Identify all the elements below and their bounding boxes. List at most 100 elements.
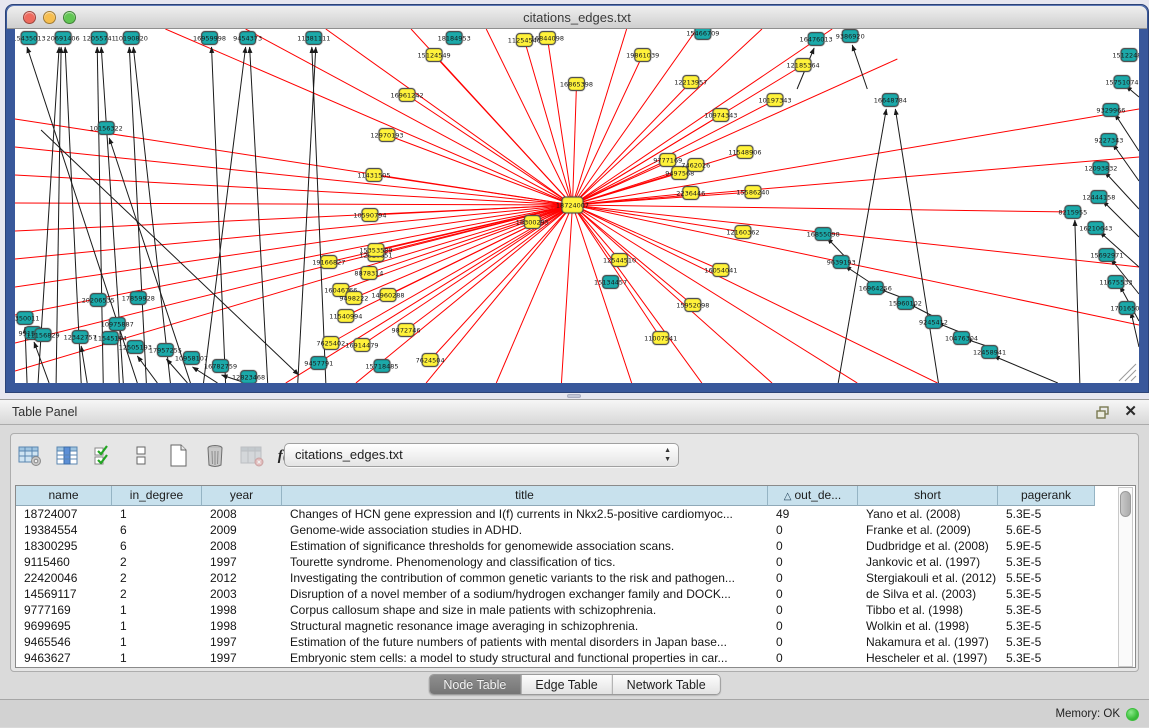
table-cell[interactable]: 5.3E-5 — [998, 586, 1095, 602]
table-row[interactable]: 977716911998Corpus callosum shape and si… — [16, 602, 1095, 618]
table-cell[interactable]: Yano et al. (2008) — [858, 506, 998, 522]
table-cell[interactable]: Stergiakouli et al. (2012) — [858, 570, 998, 586]
tab-edge-table[interactable]: Edge Table — [520, 675, 611, 694]
table-row[interactable]: 1938455462009Genome-wide association stu… — [16, 522, 1095, 538]
table-cell[interactable]: 9115460 — [16, 554, 112, 570]
table-cell[interactable]: 2009 — [202, 522, 282, 538]
table-cell[interactable]: 1997 — [202, 650, 282, 666]
network-canvas[interactable]: 1512454916961242129701931143150510590794… — [15, 29, 1139, 383]
table-cell[interactable]: Investigating the contribution of common… — [282, 570, 768, 586]
table-cell[interactable]: 1 — [112, 650, 202, 666]
table-settings-icon[interactable] — [17, 444, 43, 468]
table-cell[interactable]: 2008 — [202, 506, 282, 522]
table-cell[interactable]: 5.6E-5 — [998, 522, 1095, 538]
resize-grip-icon[interactable] — [1131, 376, 1136, 381]
table-cell[interactable]: Dudbridge et al. (2008) — [858, 538, 998, 554]
table-cell[interactable]: 0 — [768, 538, 858, 554]
table-cell[interactable]: 2 — [112, 554, 202, 570]
column-header-pagerank[interactable]: pagerank — [998, 486, 1095, 506]
table-cell[interactable]: 0 — [768, 618, 858, 634]
table-cell[interactable]: 0 — [768, 570, 858, 586]
table-cell[interactable]: Estimation of significance thresholds fo… — [282, 538, 768, 554]
table-cell[interactable]: 1 — [112, 634, 202, 650]
table-cell[interactable]: Hescheler et al. (1997) — [858, 650, 998, 666]
table-cell[interactable]: Embryonic stem cells: a model to study s… — [282, 650, 768, 666]
table-cell[interactable]: 19384554 — [16, 522, 112, 538]
table-cell[interactable]: 5.9E-5 — [998, 538, 1095, 554]
table-cell[interactable]: 9463627 — [16, 650, 112, 666]
scrollbar-thumb[interactable] — [1120, 491, 1131, 517]
table-cell[interactable]: 5.5E-5 — [998, 570, 1095, 586]
table-cell[interactable]: Estimation of the future numbers of pati… — [282, 634, 768, 650]
table-cell[interactable]: 1 — [112, 618, 202, 634]
table-cell[interactable]: Structural magnetic resonance image aver… — [282, 618, 768, 634]
close-panel-icon[interactable]: ✕ — [1124, 404, 1137, 420]
table-row[interactable]: 946554611997Estimation of the future num… — [16, 634, 1095, 650]
column-header-year[interactable]: year — [202, 486, 282, 506]
table-cell[interactable]: 2003 — [202, 586, 282, 602]
table-cell[interactable]: 5.3E-5 — [998, 554, 1095, 570]
table-cell[interactable]: 0 — [768, 522, 858, 538]
column-header-title[interactable]: title — [282, 486, 768, 506]
table-cell[interactable]: Nakamura et al. (1997) — [858, 634, 998, 650]
table-cell[interactable]: 22420046 — [16, 570, 112, 586]
table-cell[interactable]: 0 — [768, 554, 858, 570]
table-cell[interactable]: 1 — [112, 602, 202, 618]
column-header-out_de[interactable]: △out_de... — [768, 486, 858, 506]
table-selector[interactable]: citations_edges.txt ▲▼ — [284, 443, 679, 467]
column-header-name[interactable]: name — [16, 486, 112, 506]
table-cell[interactable]: 2012 — [202, 570, 282, 586]
memory-status[interactable]: Memory: OK — [1055, 700, 1139, 728]
tab-network-table[interactable]: Network Table — [612, 675, 720, 694]
row-height-icon[interactable] — [128, 444, 154, 468]
column-visibility-icon[interactable] — [54, 444, 80, 468]
new-column-icon[interactable] — [165, 444, 191, 468]
tab-node-table[interactable]: Node Table — [429, 675, 520, 694]
table-row[interactable]: 969969511998Structural magnetic resonanc… — [16, 618, 1095, 634]
table-cell[interactable]: Jankovic et al. (1997) — [858, 554, 998, 570]
table-cell[interactable]: 1997 — [202, 554, 282, 570]
table-cell[interactable]: 5.3E-5 — [998, 650, 1095, 666]
delete-column-icon[interactable] — [202, 444, 228, 468]
table-cell[interactable]: Franke et al. (2009) — [858, 522, 998, 538]
table-cell[interactable]: Tourette syndrome. Phenomenology and cla… — [282, 554, 768, 570]
table-row[interactable]: 1456911722003Disruption of a novel membe… — [16, 586, 1095, 602]
table-cell[interactable]: 1998 — [202, 618, 282, 634]
column-header-short[interactable]: short — [858, 486, 998, 506]
table-cell[interactable]: 1998 — [202, 602, 282, 618]
table-cell[interactable]: Tibbo et al. (1998) — [858, 602, 998, 618]
table-cell[interactable]: Changes of HCN gene expression and I(f) … — [282, 506, 768, 522]
row-selection-icon[interactable] — [91, 444, 117, 468]
vertical-scrollbar[interactable] — [1118, 487, 1133, 667]
table-cell[interactable]: 1997 — [202, 634, 282, 650]
table-cell[interactable]: 5.3E-5 — [998, 618, 1095, 634]
table-cell[interactable]: 18300295 — [16, 538, 112, 554]
table-cell[interactable]: Disruption of a novel member of a sodium… — [282, 586, 768, 602]
network-window[interactable]: citations_edges.txt 15124549169612421297… — [5, 4, 1149, 393]
table-cell[interactable]: 0 — [768, 634, 858, 650]
float-panel-icon[interactable] — [1096, 406, 1110, 419]
table-cell[interactable]: 0 — [768, 586, 858, 602]
table-row[interactable]: 911546021997Tourette syndrome. Phenomeno… — [16, 554, 1095, 570]
table-cell[interactable]: 9777169 — [16, 602, 112, 618]
table-row[interactable]: 1830029562008Estimation of significance … — [16, 538, 1095, 554]
table-cell[interactable]: 9699695 — [16, 618, 112, 634]
table-cell[interactable]: 9465546 — [16, 634, 112, 650]
table-cell[interactable]: Wolkin et al. (1998) — [858, 618, 998, 634]
resize-grip-icon[interactable] — [1125, 370, 1136, 381]
table-row[interactable]: 946362711997Embryonic stem cells: a mode… — [16, 650, 1095, 666]
table-cell[interactable]: 0 — [768, 602, 858, 618]
table-cell[interactable]: 5.3E-5 — [998, 602, 1095, 618]
node-table[interactable]: namein_degreeyeartitle△out_de...shortpag… — [15, 485, 1136, 668]
table-cell[interactable]: Genome-wide association studies in ADHD. — [282, 522, 768, 538]
table-cell[interactable]: de Silva et al. (2003) — [858, 586, 998, 602]
table-row[interactable]: 2242004622012Investigating the contribut… — [16, 570, 1095, 586]
table-cell[interactable]: 14569117 — [16, 586, 112, 602]
table-cell[interactable]: 6 — [112, 522, 202, 538]
table-cell[interactable]: 2 — [112, 570, 202, 586]
table-cell[interactable]: 6 — [112, 538, 202, 554]
table-cell[interactable]: Corpus callosum shape and size in male p… — [282, 602, 768, 618]
table-cell[interactable]: 18724007 — [16, 506, 112, 522]
table-cell[interactable]: 49 — [768, 506, 858, 522]
table-cell[interactable]: 5.3E-5 — [998, 506, 1095, 522]
